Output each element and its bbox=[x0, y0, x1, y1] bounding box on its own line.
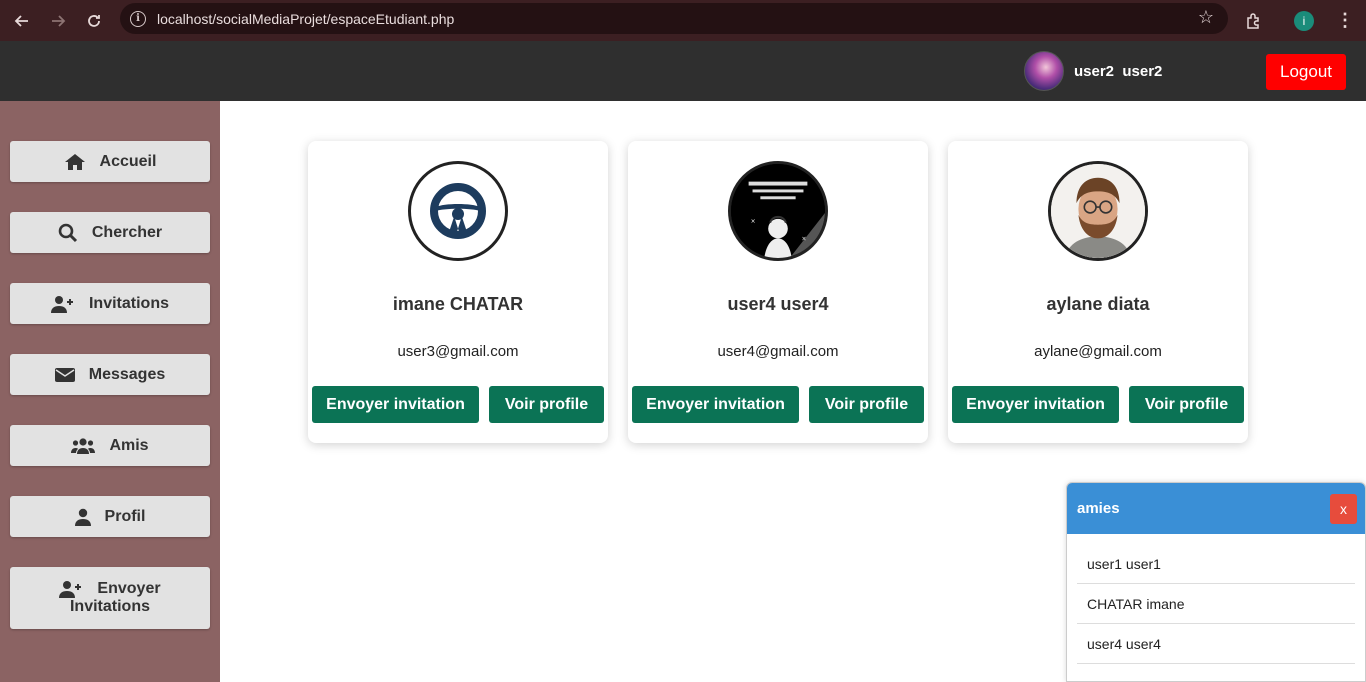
sidebar: Accueil Chercher Invitations Messages Am… bbox=[0, 101, 220, 682]
sidebar-item-envoyer-invitations[interactable]: Envoyer Invitations bbox=[10, 567, 210, 629]
current-user-avatar bbox=[1024, 51, 1064, 91]
extensions-icon[interactable] bbox=[1244, 11, 1264, 31]
bearded-man-avatar bbox=[1051, 164, 1145, 258]
sidebar-item-label: Chercher bbox=[91, 223, 163, 241]
search-icon bbox=[58, 223, 77, 242]
sidebar-item-amis[interactable]: Amis bbox=[10, 425, 210, 466]
browser-toolbar: i localhost/socialMediaProjet/espaceEtud… bbox=[0, 0, 1366, 41]
back-arrow-icon[interactable] bbox=[4, 3, 40, 39]
sidebar-item-label: Accueil bbox=[99, 152, 157, 170]
user-card: aylane diata aylane@gmail.com Envoyer in… bbox=[948, 141, 1248, 443]
svg-text:×: × bbox=[751, 219, 756, 225]
sidebar-item-label: Messages bbox=[88, 365, 166, 383]
site-info-icon[interactable]: i bbox=[130, 10, 146, 27]
user-avatar bbox=[1048, 161, 1148, 261]
user-avatar bbox=[408, 161, 508, 261]
send-invitation-button[interactable]: Envoyer invitation bbox=[952, 386, 1119, 423]
user-card: imane CHATAR user3@gmail.com Envoyer inv… bbox=[308, 141, 608, 443]
users-icon bbox=[71, 437, 96, 454]
logout-button[interactable]: Logout bbox=[1266, 54, 1346, 90]
view-profile-button[interactable]: Voir profile bbox=[1129, 386, 1244, 423]
card-user-email: aylane@gmail.com bbox=[1034, 343, 1162, 360]
sidebar-item-invitations[interactable]: Invitations bbox=[10, 283, 210, 324]
browser-menu-icon[interactable]: ⋮ bbox=[1336, 10, 1354, 31]
list-item[interactable]: CHATAR imane bbox=[1077, 584, 1355, 624]
close-button[interactable]: x bbox=[1330, 493, 1357, 524]
sidebar-item-profil[interactable]: Profil bbox=[10, 496, 210, 537]
friends-panel: amies x user1 user1 CHATAR imane user4 u… bbox=[1066, 482, 1366, 682]
url-text: localhost/socialMediaProjet/espaceEtudia… bbox=[157, 10, 455, 27]
list-item[interactable]: user4 user4 bbox=[1077, 624, 1355, 664]
user-plus-icon bbox=[50, 295, 73, 313]
sidebar-item-chercher[interactable]: Chercher bbox=[10, 212, 210, 253]
forward-arrow-icon[interactable] bbox=[40, 3, 76, 39]
card-user-email: user4@gmail.com bbox=[717, 343, 839, 360]
friends-list: user1 user1 CHATAR imane user4 user4 bbox=[1067, 534, 1365, 664]
sidebar-item-label: Envoyer bbox=[97, 580, 161, 597]
user-icon bbox=[74, 508, 91, 526]
envelope-icon bbox=[54, 367, 75, 382]
card-user-name: aylane diata bbox=[1046, 294, 1150, 314]
home-icon bbox=[64, 153, 85, 170]
current-user-name: user2 user2 bbox=[1074, 63, 1163, 80]
card-user-name: user4 user4 bbox=[727, 294, 829, 314]
sidebar-item-accueil[interactable]: Accueil bbox=[10, 141, 210, 182]
card-user-name: imane CHATAR bbox=[392, 294, 524, 314]
list-item[interactable]: user1 user1 bbox=[1077, 544, 1355, 584]
user-card: × × user4 user4 user4@gmail.com Envoyer … bbox=[628, 141, 928, 443]
user-avatar: × × bbox=[728, 161, 828, 261]
sidebar-item-messages[interactable]: Messages bbox=[10, 354, 210, 395]
app-header: user2 user2 Logout bbox=[0, 41, 1366, 101]
friends-panel-header: amies x bbox=[1067, 483, 1365, 534]
reload-icon[interactable] bbox=[76, 3, 112, 39]
steering-wheel-icon bbox=[430, 183, 486, 239]
sidebar-item-label: Invitations bbox=[88, 294, 169, 312]
sidebar-item-label: Invitations bbox=[69, 598, 150, 615]
browser-profile-avatar[interactable]: i bbox=[1294, 10, 1314, 31]
cartoon-avatar: × × bbox=[731, 164, 825, 258]
sidebar-item-label: Amis bbox=[109, 436, 149, 454]
card-user-email: user3@gmail.com bbox=[397, 343, 519, 360]
send-invitation-button[interactable]: Envoyer invitation bbox=[312, 386, 479, 423]
sidebar-item-label: Profil bbox=[104, 507, 146, 525]
view-profile-button[interactable]: Voir profile bbox=[489, 386, 604, 423]
user-plus-icon bbox=[59, 581, 82, 598]
friends-panel-title: amies bbox=[1077, 500, 1120, 517]
bookmark-star-icon[interactable]: ☆ bbox=[1198, 7, 1214, 28]
address-bar[interactable]: i localhost/socialMediaProjet/espaceEtud… bbox=[120, 3, 1228, 34]
svg-text:×: × bbox=[802, 236, 807, 242]
send-invitation-button[interactable]: Envoyer invitation bbox=[632, 386, 799, 423]
view-profile-button[interactable]: Voir profile bbox=[809, 386, 924, 423]
